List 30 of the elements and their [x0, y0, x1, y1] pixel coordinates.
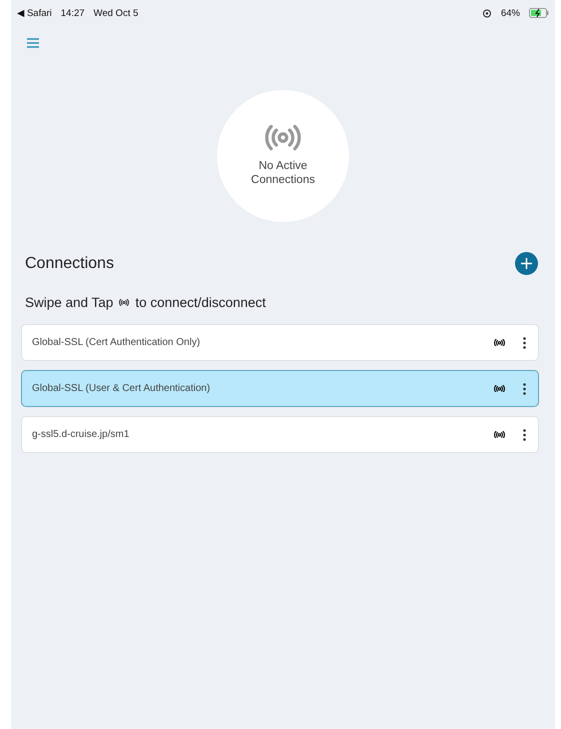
more-button[interactable] — [523, 336, 526, 348]
connect-icon — [494, 384, 505, 392]
section-title: Connections — [25, 254, 114, 272]
status-date: Wed Oct 5 — [94, 8, 138, 18]
broadcast-icon — [265, 125, 301, 151]
menu-button[interactable] — [27, 38, 41, 50]
connect-button[interactable] — [494, 430, 505, 438]
battery-icon — [529, 8, 549, 18]
connection-status: No Active Connections — [250, 158, 316, 187]
plus-icon — [521, 258, 532, 269]
broadcast-icon — [119, 299, 130, 306]
back-link[interactable]: ◀ Safari — [17, 8, 52, 18]
battery-percent: 64% — [500, 8, 520, 18]
connection-row[interactable]: g-ssl5.d-cruise.jp/sm1 — [21, 416, 539, 453]
connect-icon — [494, 430, 505, 438]
connection-name: g-ssl5.d-cruise.jp/sm1 — [32, 429, 130, 440]
hint-text: Swipe and Tap — [25, 295, 114, 310]
connect-icon — [494, 338, 505, 346]
more-button[interactable] — [523, 382, 526, 394]
connection-name: Global-SSL (Cert Authentication Only) — [32, 337, 202, 348]
connect-button[interactable] — [494, 384, 505, 392]
connection-name: Global-SSL (User & Cert Authentication) — [32, 383, 212, 394]
hint-text: to connect/disconnect — [135, 295, 266, 310]
status-time: 14:27 — [60, 8, 85, 18]
orientation-lock-icon — [482, 8, 492, 18]
more-button[interactable] — [523, 428, 526, 440]
connection-row[interactable]: Global-SSL (User & Cert Authentication) — [21, 370, 539, 407]
connect-button[interactable] — [494, 338, 505, 346]
connection-row[interactable]: Global-SSL (Cert Authentication Only) — [21, 324, 539, 361]
add-button[interactable] — [515, 252, 538, 275]
